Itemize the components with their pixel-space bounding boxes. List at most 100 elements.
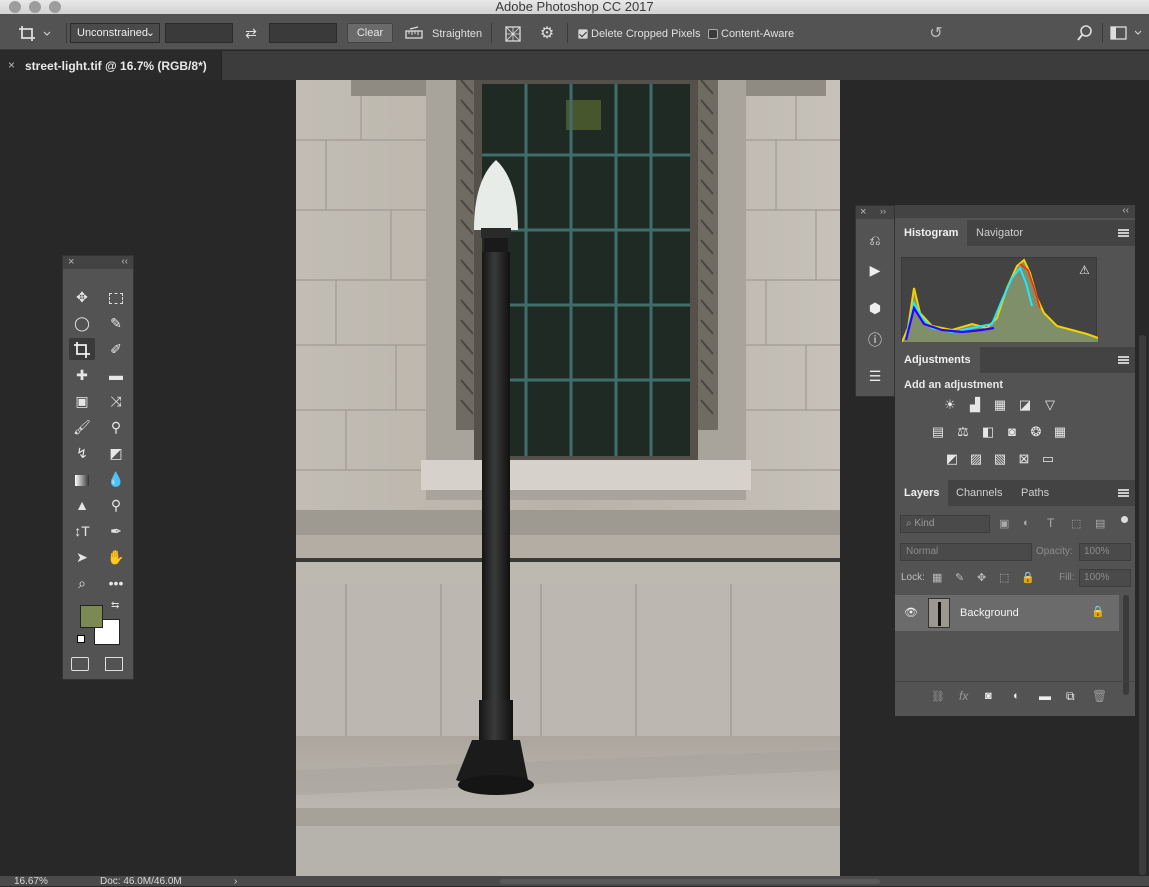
crop-tool-icon[interactable] — [69, 338, 95, 360]
channel-mixer-icon[interactable]: ❂ — [1027, 424, 1045, 440]
selective-color-icon[interactable]: ⊠ — [1015, 451, 1033, 467]
eraser-tool-icon[interactable]: ◩ — [103, 442, 129, 464]
tab-histogram[interactable]: Histogram — [895, 220, 968, 246]
levels-icon[interactable]: ▟ — [966, 397, 984, 413]
clone-stamp-tool-icon[interactable]: ⚲ — [103, 416, 129, 438]
canvas-vertical-scrollbar[interactable] — [1139, 335, 1146, 875]
screen-mode-icon[interactable] — [105, 657, 123, 671]
invert-icon[interactable]: ◩ — [943, 451, 961, 467]
width-input[interactable] — [165, 23, 233, 43]
curves-icon[interactable]: ▦ — [991, 397, 1009, 413]
add-mask-icon[interactable]: ◙ — [985, 690, 992, 702]
tab-navigator[interactable]: Navigator — [967, 220, 1032, 246]
new-adjustment-layer-icon[interactable]: ◐ — [1013, 690, 1020, 702]
filter-type-icon[interactable]: T — [1047, 516, 1054, 530]
document-image[interactable] — [296, 80, 840, 876]
content-aware-checkbox[interactable] — [708, 29, 718, 39]
panel-menu-icon[interactable] — [1118, 489, 1129, 497]
tools-panel-header[interactable]: × ‹‹ — [63, 256, 133, 269]
gear-icon[interactable]: ⚙ — [537, 24, 557, 44]
filter-toggle[interactable] — [1121, 516, 1128, 523]
posterize-icon[interactable]: ▨ — [967, 451, 985, 467]
ratio-select[interactable]: Unconstrained ⌄ — [70, 23, 160, 43]
layer-row[interactable]: 👁 Background 🔒 — [895, 595, 1119, 631]
layers-scrollbar[interactable] — [1123, 595, 1129, 695]
new-layer-icon[interactable]: ⧉ — [1066, 689, 1075, 704]
color-lookup-icon[interactable]: ▦ — [1051, 424, 1069, 440]
close-icon[interactable]: × — [860, 206, 866, 218]
actions-play-icon[interactable]: ▶ — [865, 262, 885, 282]
panel-menu-icon[interactable] — [1118, 229, 1129, 237]
new-group-icon[interactable]: ▬ — [1039, 689, 1051, 703]
move-tool-icon[interactable]: ✥ — [69, 286, 95, 308]
info-menu-arrow-icon[interactable]: › — [234, 876, 237, 887]
filter-adjustment-icon[interactable]: ◐ — [1023, 517, 1030, 529]
height-input[interactable] — [269, 23, 337, 43]
exposure-icon[interactable]: ◪ — [1016, 397, 1034, 413]
expand-icon[interactable]: ›› — [880, 206, 886, 216]
straighten-icon[interactable] — [405, 26, 423, 40]
panel-menu-icon[interactable] — [1118, 356, 1129, 364]
gradient-tool-icon[interactable] — [69, 468, 95, 490]
quick-selection-tool-icon[interactable]: ✎ — [103, 312, 129, 334]
tool-presets-icon[interactable]: ☰ — [865, 368, 885, 388]
info-icon[interactable]: ⓘ — [865, 330, 885, 350]
hue-saturation-icon[interactable]: ▤ — [929, 424, 947, 440]
reset-icon[interactable]: ↺ — [926, 24, 946, 44]
lock-position-icon[interactable]: ✥ — [977, 571, 986, 584]
tab-layers[interactable]: Layers — [895, 480, 949, 506]
eyedropper-tool-icon[interactable]: ✐ — [103, 338, 129, 360]
warning-icon[interactable]: ⚠ — [1079, 263, 1090, 277]
collapse-icon[interactable]: ‹‹ — [121, 256, 128, 267]
lock-artboard-icon[interactable]: ⬚ — [999, 571, 1009, 584]
type-tool-icon[interactable]: ↕T — [69, 520, 95, 542]
delete-cropped-pixels-checkbox[interactable] — [578, 29, 588, 39]
vibrance-icon[interactable]: ▽ — [1041, 397, 1059, 413]
close-window-button[interactable] — [9, 1, 21, 13]
patch-tool-icon[interactable]: ▬ — [103, 364, 129, 386]
crop-tool-preset-picker[interactable] — [18, 22, 58, 44]
opacity-input[interactable]: 100% — [1079, 543, 1131, 561]
pen-tool-icon[interactable]: ✒ — [103, 520, 129, 542]
filter-shape-icon[interactable]: ⬚ — [1071, 517, 1081, 530]
swap-icon[interactable]: ⇄ — [242, 24, 260, 42]
workspace-switcher-icon[interactable] — [1110, 25, 1144, 41]
close-icon[interactable]: × — [68, 256, 74, 268]
lock-all-icon[interactable]: 🔒 — [1021, 571, 1035, 584]
3d-icon[interactable]: ⬢ — [865, 300, 885, 320]
spot-healing-tool-icon[interactable]: ✚ — [69, 364, 95, 386]
blend-mode-select[interactable]: Normal — [900, 543, 1032, 561]
zoom-level[interactable]: 16.67% — [14, 876, 48, 887]
blur-tool-icon[interactable]: 💧 — [103, 468, 129, 490]
visibility-eye-icon[interactable]: 👁 — [904, 606, 918, 619]
photo-filter-icon[interactable]: ◙ — [1003, 424, 1021, 440]
content-aware-move-icon[interactable]: ⤨ — [103, 390, 129, 412]
dodge-tool-icon[interactable]: ⚲ — [103, 494, 129, 516]
close-tab-icon[interactable]: × — [8, 58, 15, 72]
swap-colors-icon[interactable]: ⇆ — [111, 600, 119, 611]
default-colors-icon[interactable] — [77, 635, 85, 643]
threshold-icon[interactable]: ▧ — [991, 451, 1009, 467]
marquee-tool-icon[interactable] — [103, 286, 129, 308]
tab-channels[interactable]: Channels — [947, 480, 1011, 506]
fill-input[interactable]: 100% — [1079, 569, 1131, 587]
zoom-tool-icon[interactable]: ⌕ — [69, 572, 95, 594]
link-layers-icon[interactable]: ⛓ — [931, 690, 945, 703]
straighten-label[interactable]: Straighten — [432, 28, 482, 40]
layer-filter-select[interactable]: ⌕ Kind — [900, 515, 990, 533]
lock-image-icon[interactable]: ✎ — [955, 571, 964, 584]
minimize-window-button[interactable] — [29, 1, 41, 13]
path-selection-tool-icon[interactable]: ➤ — [69, 546, 95, 568]
trash-icon[interactable]: 🗑 — [1092, 689, 1107, 703]
history-brush-tool-icon[interactable]: ↯ — [69, 442, 95, 464]
filter-smart-object-icon[interactable]: ▤ — [1095, 517, 1105, 530]
document-tab[interactable]: × street-light.tif @ 16.7% (RGB/8*) — [0, 51, 222, 80]
search-icon[interactable] — [1076, 24, 1094, 42]
zoom-window-button[interactable] — [49, 1, 61, 13]
canvas-horizontal-scrollbar[interactable] — [500, 879, 880, 884]
tab-adjustments[interactable]: Adjustments — [895, 347, 980, 373]
hand-tool-icon[interactable]: ✋ — [103, 546, 129, 568]
gradient-map-icon[interactable]: ▭ — [1039, 451, 1057, 467]
lock-transparent-icon[interactable]: ▦ — [932, 571, 942, 584]
black-white-icon[interactable]: ◧ — [979, 424, 997, 440]
